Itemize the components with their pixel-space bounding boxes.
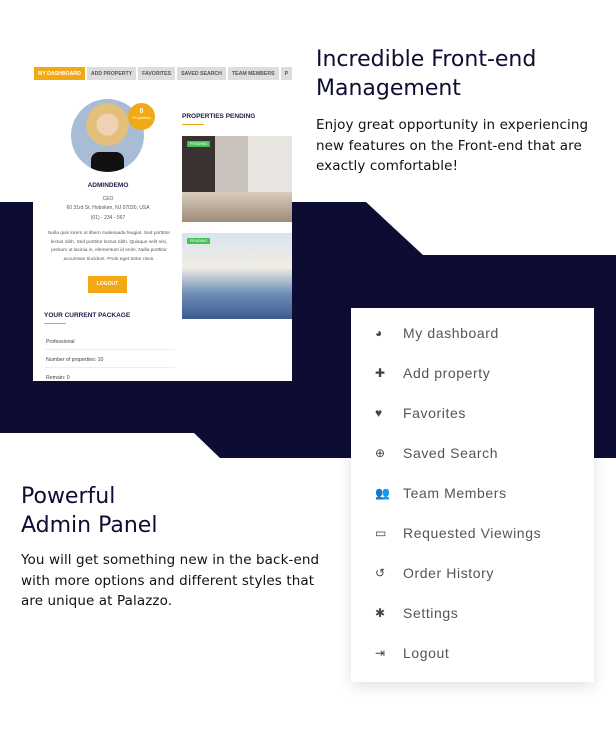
desc-line: exactly comfortable!	[316, 158, 459, 174]
menu-item-team-members[interactable]: 👥 Team Members	[375, 485, 507, 501]
badge-count: 0	[139, 108, 144, 115]
menu-item-add-property[interactable]: ✚ Add property	[375, 365, 490, 381]
menu-item-requested-viewings[interactable]: ▭ Requested Viewings	[375, 525, 541, 541]
menu-item-label: Requested Viewings	[403, 525, 542, 541]
tab-favorites[interactable]: FAVORITES	[138, 67, 176, 80]
user-phone: (01) - 234 - 567	[90, 215, 126, 221]
history-icon: ↺	[375, 566, 386, 580]
desc-line: with more options and different styles t…	[21, 572, 315, 589]
underline	[44, 323, 66, 324]
user-address: 60 31rd St, Hoboken, NJ 07030, USA	[66, 205, 150, 211]
dashboard-icon: ◕	[375, 326, 383, 340]
menu-item-label: Saved Search	[403, 445, 499, 461]
menu-item-favorites[interactable]: ♥ Favorites	[375, 405, 466, 421]
pending-badge: PENDING	[187, 141, 211, 147]
user-role: CEO	[102, 196, 114, 202]
desc-line: Enjoy great opportunity in experiencing	[316, 117, 589, 133]
package-title: YOUR CURRENT PACKAGE	[44, 312, 131, 319]
admin-description: You will get something new in the back-e…	[21, 550, 319, 612]
pending-title: PROPERTIES PENDING	[182, 113, 256, 120]
property-image[interactable]: PENDING	[182, 136, 292, 222]
users-icon: 👥	[375, 486, 391, 500]
desc-line: are unique at Palazzo.	[21, 593, 173, 609]
tab-more[interactable]: P	[280, 67, 292, 80]
menu-item-saved-search[interactable]: ⊕ Saved Search	[375, 445, 498, 461]
property-image[interactable]: PENDING	[182, 233, 292, 319]
heart-icon: ♥	[375, 406, 383, 420]
menu-item-label: Add property	[403, 365, 491, 381]
front-title-line: Management	[316, 76, 461, 101]
user-bio: Nulla quis lorem ut libero malesuada feu…	[47, 231, 171, 263]
sign-out-icon: ⇥	[375, 646, 386, 660]
menu-item-logout[interactable]: ⇥ Logout	[375, 645, 449, 661]
admin-title-line: Admin Panel	[21, 513, 158, 538]
logout-button[interactable]: LOGOUT	[88, 276, 127, 293]
front-description: Enjoy great opportunity in experiencing …	[316, 115, 588, 177]
front-title: Incredible Front-end Management	[316, 45, 536, 103]
plus-icon: ✚	[375, 366, 386, 380]
badge-label: Properties	[132, 115, 151, 120]
desc-line: new features on the Front-end that are	[316, 137, 582, 154]
underline	[182, 124, 204, 125]
menu-item-settings[interactable]: ✱ Settings	[375, 605, 458, 621]
search-plus-icon: ⊕	[375, 446, 386, 460]
menu-item-label: Order History	[403, 565, 495, 581]
menu-item-my-dashboard[interactable]: ◕ My dashboard	[375, 325, 499, 341]
user-name: ADMINDEMO	[87, 182, 129, 189]
menu-item-label: My dashboard	[403, 325, 499, 341]
admin-title-line: Powerful	[21, 484, 116, 509]
pending-badge: PENDING	[187, 238, 211, 244]
menu-item-label: Team Members	[403, 485, 507, 501]
desc-line: You will get something new in the back-e…	[21, 552, 320, 568]
admin-title: Powerful Admin Panel	[21, 482, 157, 540]
package-row: Remain: 0	[46, 375, 70, 381]
admin-menu: ◕ My dashboard ✚ Add property ♥ Favorites ⊕ Sav…	[351, 308, 594, 682]
menu-item-label: Favorites	[403, 405, 466, 421]
menu-item-order-history[interactable]: ↺ Order History	[375, 565, 494, 581]
package-row: Number of properties: 10	[45, 353, 175, 368]
menu-item-label: Logout	[403, 645, 450, 661]
front-title-line: Incredible Front-end	[316, 47, 537, 72]
dashboard-tabs: MY DASHBOARD ADD PROPERTY FAVORITES SAVE…	[33, 66, 292, 80]
tab-saved-search[interactable]: SAVED SEARCH	[177, 67, 226, 80]
inbox-icon: ▭	[375, 526, 387, 540]
package-row: Professional	[45, 335, 175, 350]
gear-icon: ✱	[375, 606, 386, 620]
tab-add-property[interactable]: ADD PROPERTY	[86, 67, 137, 80]
dashboard-screenshot: MY DASHBOARD ADD PROPERTY FAVORITES SAVE…	[33, 66, 292, 381]
menu-item-label: Settings	[403, 605, 459, 621]
tab-my-dashboard[interactable]: MY DASHBOARD	[34, 67, 85, 80]
properties-count-badge: 0 Properties	[128, 103, 155, 130]
tab-team-members[interactable]: TEAM MEMBERS	[227, 67, 279, 80]
